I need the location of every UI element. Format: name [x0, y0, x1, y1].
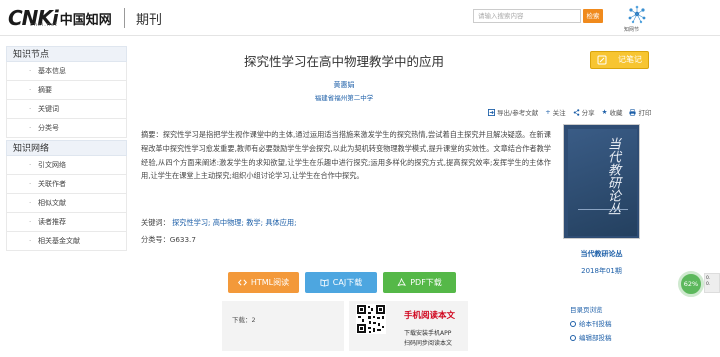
header-divider [124, 8, 125, 28]
sidebar-heading: 知识网络 [6, 140, 127, 156]
sidebar: 知识节点 基本信息 摘要 关键词 分类号 知识网络 引文网络 关联作者 相似文献… [6, 46, 127, 253]
toc-browse-link[interactable]: 目录页浏览 [570, 303, 612, 317]
submit-label: 给本刊投稿 [579, 320, 612, 328]
plus-icon: + [545, 108, 551, 116]
brand-label: 知网节 [624, 27, 640, 33]
favorite-button[interactable]: ★ 收藏 [602, 107, 623, 117]
keyword-link[interactable]: 高中物理; [213, 218, 244, 227]
sidebar-section-knowledge-nodes: 知识节点 基本信息 摘要 关键词 分类号 [6, 46, 127, 138]
favorite-label: 收藏 [609, 109, 623, 117]
share-label: 分享 [581, 109, 595, 117]
journal-cover-image[interactable]: 当代教研论丛 [563, 124, 640, 239]
article-title: 探究性学习在高中物理教学中的应用 [243, 54, 444, 69]
mobile-read-line1: 下载安装手机APP [404, 330, 452, 337]
keyword-link[interactable]: 教学; [246, 218, 263, 227]
journal-mini-menu: 目录页浏览 给本刊投稿 编辑部投稿 [570, 303, 612, 345]
sidebar-item-keywords[interactable]: 关键词 [6, 100, 127, 119]
class-number-value: G633.7 [169, 235, 196, 244]
caj-download-label: CAJ下载 [332, 278, 363, 287]
sidebar-section-knowledge-network: 知识网络 引文网络 关联作者 相似文献 读者推荐 相关基金文献 [6, 140, 127, 251]
article-toolbar: 导出/参考文献 + 关注 分享 ★ 收藏 打印 [488, 107, 651, 117]
caj-download-button[interactable]: CAJ下载 [305, 272, 377, 293]
cover-title: 当代教研论丛 [605, 137, 620, 215]
pdf-icon [397, 278, 407, 287]
html-read-label: HTML阅读 [250, 278, 290, 287]
export-label: 导出/参考文献 [497, 109, 539, 117]
keywords-row: 关键词： 探究性学习; 高中物理; 教学; 具体应用; [141, 218, 297, 228]
editorial-icon [570, 335, 576, 341]
author-link[interactable]: 黄惠娟 [140, 80, 548, 90]
take-notes-label: 记笔记 [618, 55, 642, 64]
keyword-link[interactable]: 具体应用; [265, 218, 296, 227]
network-meter-panel: 0. 0. [704, 273, 720, 293]
abstract-block: 摘要：探究性学习是指把学生视作课堂中的主体,通过运用适当措施来激发学生的探究热情… [141, 128, 551, 183]
follow-label: 关注 [552, 109, 566, 117]
take-notes-button[interactable]: 记笔记 [590, 51, 649, 69]
sidebar-item-fund-docs[interactable]: 相关基金文献 [6, 232, 127, 251]
sidebar-item-class-number[interactable]: 分类号 [6, 119, 127, 138]
mobile-read-panel: 手机阅读本文 下载安装手机APP 扫码同步阅读本文 [349, 301, 468, 351]
share-icon [573, 108, 579, 116]
top-header: CNKi 中国知网 cnki.net 期刊 请输入搜索内容 检索 知网节 [0, 0, 720, 36]
submit-icon [570, 321, 576, 327]
pdf-download-button[interactable]: PDF下载 [383, 272, 456, 293]
printer-icon [629, 108, 637, 116]
submit-to-journal-link[interactable]: 给本刊投稿 [570, 317, 612, 331]
abstract-label: 摘要： [141, 130, 163, 139]
mobile-read-line2: 扫码同步阅读本文 [404, 340, 453, 347]
sidebar-heading: 知识节点 [6, 46, 127, 62]
pdf-download-label: PDF下载 [410, 278, 442, 287]
logo-subtitle: cnki.net [30, 22, 58, 28]
mobile-read-title: 手机阅读本文 [404, 311, 456, 321]
cover-stripe [578, 209, 628, 210]
pen-icon [597, 55, 607, 65]
class-number-label: 分类号： [141, 235, 170, 244]
keyword-link[interactable]: 探究性学习; [172, 218, 210, 227]
section-title: 期刊 [136, 13, 163, 28]
share-button[interactable]: 分享 [573, 107, 595, 117]
abstract-text: 探究性学习是指把学生视作课堂中的主体,通过运用适当措施来激发学生的探究热情,尝试… [141, 130, 551, 181]
star-icon: ★ [601, 108, 608, 116]
search-input[interactable]: 请输入搜索内容 [473, 9, 581, 23]
toc-browse-label: 目录页浏览 [570, 306, 603, 314]
print-button[interactable]: 打印 [629, 107, 651, 117]
qr-code-icon[interactable] [356, 304, 386, 334]
follow-button[interactable]: + 关注 [545, 107, 565, 117]
print-label: 打印 [638, 109, 652, 117]
sidebar-item-basic-info[interactable]: 基本信息 [6, 62, 127, 81]
sidebar-item-reader-recommend[interactable]: 读者推荐 [6, 213, 127, 232]
sidebar-item-abstract[interactable]: 摘要 [6, 81, 127, 100]
class-number-row: 分类号：G633.7 [141, 235, 196, 245]
keywords-label: 关键词： [141, 218, 170, 227]
export-button[interactable]: 导出/参考文献 [488, 107, 538, 117]
code-icon [237, 279, 247, 286]
organization-link[interactable]: 福建省福州第二中学 [140, 92, 548, 102]
search-button[interactable]: 检索 [583, 9, 603, 23]
sidebar-item-citation-network[interactable]: 引文网络 [6, 156, 127, 175]
meter-line-down: 0. [706, 282, 711, 287]
book-icon [320, 279, 329, 287]
journal-issue-link[interactable]: 2018年01期 [563, 266, 640, 276]
logo-chinese: 中国知网 [59, 12, 112, 28]
html-read-button[interactable]: HTML阅读 [228, 272, 299, 293]
cnki-logo[interactable]: CNKi 中国知网 [8, 5, 112, 31]
download-count-panel: 下载：2 [222, 301, 344, 351]
sidebar-item-related-authors[interactable]: 关联作者 [6, 175, 127, 194]
download-count: 下载：2 [232, 316, 256, 324]
editorial-submit-link[interactable]: 编辑部投稿 [570, 331, 612, 345]
editorial-label: 编辑部投稿 [579, 334, 612, 342]
journal-name-link[interactable]: 当代教研论丛 [563, 249, 640, 259]
cover-artwork: 当代教研论丛 [568, 129, 637, 236]
sidebar-item-similar-docs[interactable]: 相似文献 [6, 194, 127, 213]
network-meter-badge[interactable]: 62% [678, 271, 704, 297]
export-icon [488, 108, 495, 116]
